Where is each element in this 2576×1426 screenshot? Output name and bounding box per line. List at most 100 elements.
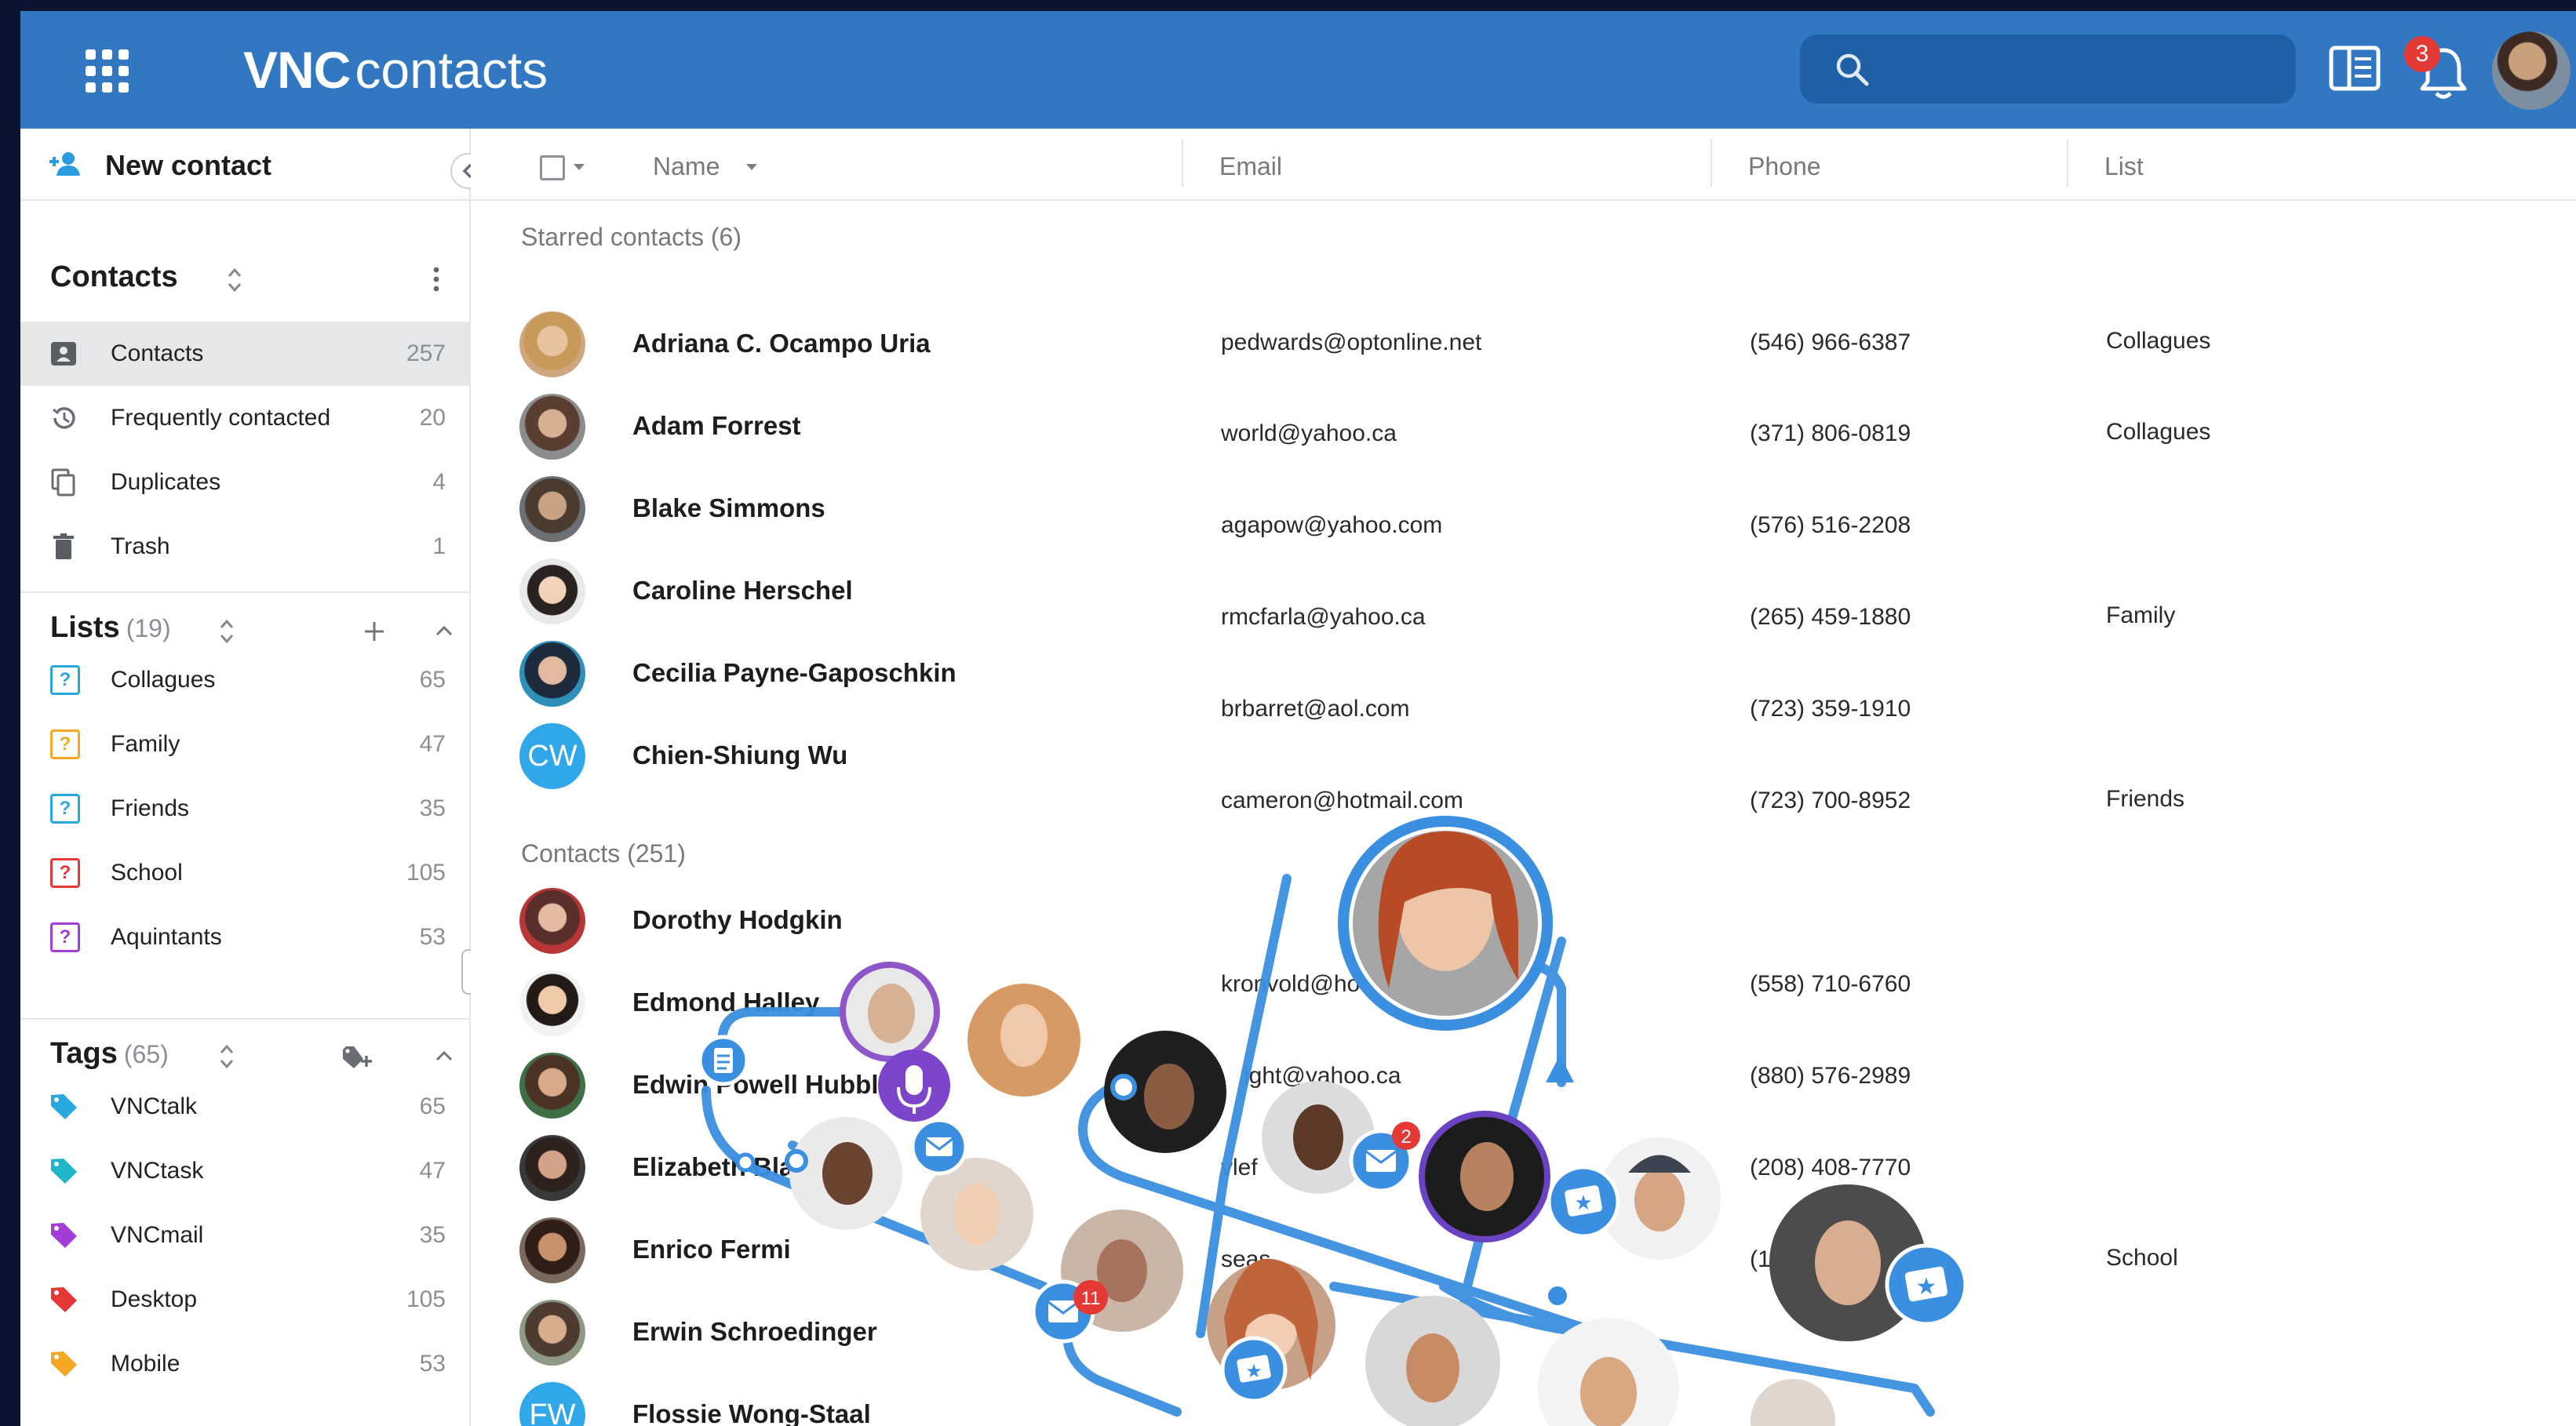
tags-title-text: Tags bbox=[50, 1037, 118, 1070]
table-row[interactable]: Erwin Schroedinger bbox=[471, 1293, 2576, 1372]
contact-phone[interactable]: (558) 710-6760 bbox=[1750, 971, 1911, 998]
add-list-icon[interactable] bbox=[363, 620, 386, 643]
sidebar-item-duplicates[interactable]: Duplicates 4 bbox=[20, 450, 469, 515]
new-contact-button[interactable]: New contact bbox=[20, 129, 469, 201]
avatar bbox=[519, 394, 585, 460]
avatar bbox=[519, 311, 585, 377]
table-row[interactable]: Caroline Herschel bbox=[471, 552, 2576, 631]
table-row[interactable]: Edmond Halley bbox=[471, 964, 2576, 1042]
select-all-checkbox[interactable] bbox=[540, 155, 565, 180]
avatar bbox=[519, 641, 585, 707]
search-input[interactable] bbox=[1800, 35, 2296, 104]
contact-name: Erwin Schroedinger bbox=[632, 1317, 877, 1346]
lists-count: (19) bbox=[126, 614, 171, 642]
table-row[interactable]: Enrico Fermi bbox=[471, 1211, 2576, 1290]
contact-email[interactable]: rmcfarla@yahoo.ca bbox=[1221, 604, 1426, 631]
sidebar-item-count: 65 bbox=[419, 667, 446, 693]
chevron-up-icon[interactable] bbox=[433, 1048, 455, 1064]
column-divider bbox=[2067, 140, 2068, 187]
caret-down-icon[interactable] bbox=[573, 163, 585, 171]
contact-email[interactable]: kronvold@ho bbox=[1221, 971, 1360, 998]
avatar bbox=[519, 1300, 585, 1366]
logo-brand: VNC bbox=[243, 41, 351, 99]
contact-email[interactable]: ight@yahoo.ca bbox=[1244, 1063, 1401, 1090]
column-header-name[interactable]: Name bbox=[653, 152, 720, 181]
divider bbox=[20, 591, 469, 593]
contact-email[interactable]: pedwards@optonline.net bbox=[1221, 329, 1481, 356]
table-row[interactable]: Blake Simmons bbox=[471, 470, 2576, 548]
contact-phone[interactable]: (880) 576-2989 bbox=[1750, 1063, 1911, 1090]
sort-icon[interactable] bbox=[226, 265, 243, 295]
contacts-table: Name Email Phone List Starred contacts (… bbox=[471, 129, 2576, 1426]
chevron-up-icon[interactable] bbox=[433, 623, 455, 638]
sidebar-item-label: Contacts bbox=[111, 340, 204, 366]
contact-email[interactable]: vlef bbox=[1221, 1155, 1258, 1181]
table-row[interactable]: Adriana C. Ocampo Uria bbox=[471, 305, 2576, 384]
column-header-list[interactable]: List bbox=[2104, 152, 2144, 181]
user-avatar[interactable] bbox=[2492, 31, 2571, 110]
sidebar-item-count: 35 bbox=[419, 795, 446, 821]
list-icon: ? bbox=[50, 922, 80, 952]
avatar bbox=[519, 558, 585, 624]
sidebar-list-item[interactable]: ? Collagues 65 bbox=[20, 648, 469, 712]
contact-email[interactable]: agapow@yahoo.com bbox=[1221, 512, 1442, 539]
trash-icon bbox=[53, 533, 74, 559]
contact-phone[interactable]: (576) 516-2208 bbox=[1750, 512, 1911, 539]
table-row[interactable]: CW Chien-Shiung Wu bbox=[471, 717, 2576, 795]
contact-phone[interactable]: (208) 408-7770 bbox=[1750, 1155, 1911, 1181]
sidebar-item-trash[interactable]: Trash 1 bbox=[20, 515, 469, 579]
contact-phone[interactable]: (723) 359-1910 bbox=[1750, 696, 1911, 722]
sidebar-list-item[interactable]: ? School 105 bbox=[20, 841, 469, 905]
sidebar-tag-item[interactable]: VNCtalk 65 bbox=[20, 1075, 469, 1139]
contact-email[interactable]: world@yahoo.ca bbox=[1221, 420, 1397, 447]
sidebar-list-item[interactable]: ? Aquintants 53 bbox=[20, 905, 469, 969]
contact-email[interactable]: seas bbox=[1221, 1246, 1270, 1273]
more-vertical-icon[interactable] bbox=[432, 265, 441, 293]
tags-section-title[interactable]: Tags (65) bbox=[50, 1037, 169, 1071]
table-row[interactable]: Elizabeth Blackwell bbox=[471, 1129, 2576, 1207]
column-header-email[interactable]: Email bbox=[1219, 152, 1282, 181]
add-tag-icon[interactable] bbox=[341, 1043, 373, 1070]
contact-name: Enrico Fermi bbox=[632, 1235, 791, 1264]
contact-email[interactable]: brbarret@aol.com bbox=[1221, 696, 1410, 722]
contact-phone[interactable]: (723) 700-8952 bbox=[1750, 788, 1911, 814]
contacts-title-text: Contacts bbox=[50, 260, 178, 293]
contact-phone[interactable]: (546) 966-6387 bbox=[1750, 329, 1911, 356]
contact-phone[interactable]: (126 bbox=[1750, 1246, 1797, 1273]
table-row[interactable]: FW Flossie Wong-Staal bbox=[471, 1376, 2576, 1426]
sidebar-item-count: 257 bbox=[406, 340, 446, 366]
sort-icon[interactable] bbox=[218, 1042, 235, 1071]
history-icon bbox=[53, 407, 75, 429]
contacts-section-title[interactable]: Contacts bbox=[50, 260, 178, 294]
starred-section-label: Starred contacts (6) bbox=[521, 223, 741, 251]
sidebar-tag-item[interactable]: VNCtask 47 bbox=[20, 1139, 469, 1203]
sidebar-tag-item[interactable]: VNCmail 35 bbox=[20, 1203, 469, 1268]
table-row[interactable]: Edwin Powell Hubble bbox=[471, 1046, 2576, 1125]
table-row[interactable]: Adam Forrest bbox=[471, 387, 2576, 466]
lists-section-title[interactable]: Lists (19) bbox=[50, 611, 171, 645]
apps-grid-icon[interactable] bbox=[86, 49, 129, 93]
column-header-phone[interactable]: Phone bbox=[1748, 152, 1821, 181]
list-icon: ? bbox=[50, 665, 80, 695]
table-row[interactable]: Dorothy Hodgkin bbox=[471, 882, 2576, 960]
contact-phone[interactable]: (265) 459-1880 bbox=[1750, 604, 1911, 631]
sidebar-item-frequently-contacted[interactable]: Frequently contacted 20 bbox=[20, 386, 469, 450]
divider bbox=[20, 1018, 469, 1020]
contact-email[interactable]: cameron@hotmail.com bbox=[1221, 788, 1463, 814]
sidebar-list-item[interactable]: ? Family 47 bbox=[20, 712, 469, 777]
sidebar-tag-item[interactable]: Desktop 105 bbox=[20, 1268, 469, 1332]
sort-down-icon[interactable] bbox=[745, 163, 758, 171]
sidebar-tag-item[interactable]: Mobile 53 bbox=[20, 1332, 469, 1396]
sort-icon[interactable] bbox=[218, 617, 235, 646]
tag-icon bbox=[51, 1094, 77, 1119]
contact-phone[interactable]: (371) 806-0819 bbox=[1750, 420, 1911, 447]
reading-pane-icon[interactable] bbox=[2329, 45, 2381, 93]
sidebar-item-label: Aquintants bbox=[111, 924, 222, 950]
sidebar-list-item[interactable]: ? Friends 35 bbox=[20, 777, 469, 841]
contact-list: Family bbox=[2106, 602, 2176, 628]
table-row[interactable]: Cecilia Payne-Gaposchkin bbox=[471, 635, 2576, 713]
contact-name: Flossie Wong-Staal bbox=[632, 1399, 871, 1426]
contact-name: Caroline Herschel bbox=[632, 576, 853, 605]
sidebar-item-contacts[interactable]: Contacts 257 bbox=[20, 322, 469, 386]
sidebar-item-label: Family bbox=[111, 731, 180, 757]
